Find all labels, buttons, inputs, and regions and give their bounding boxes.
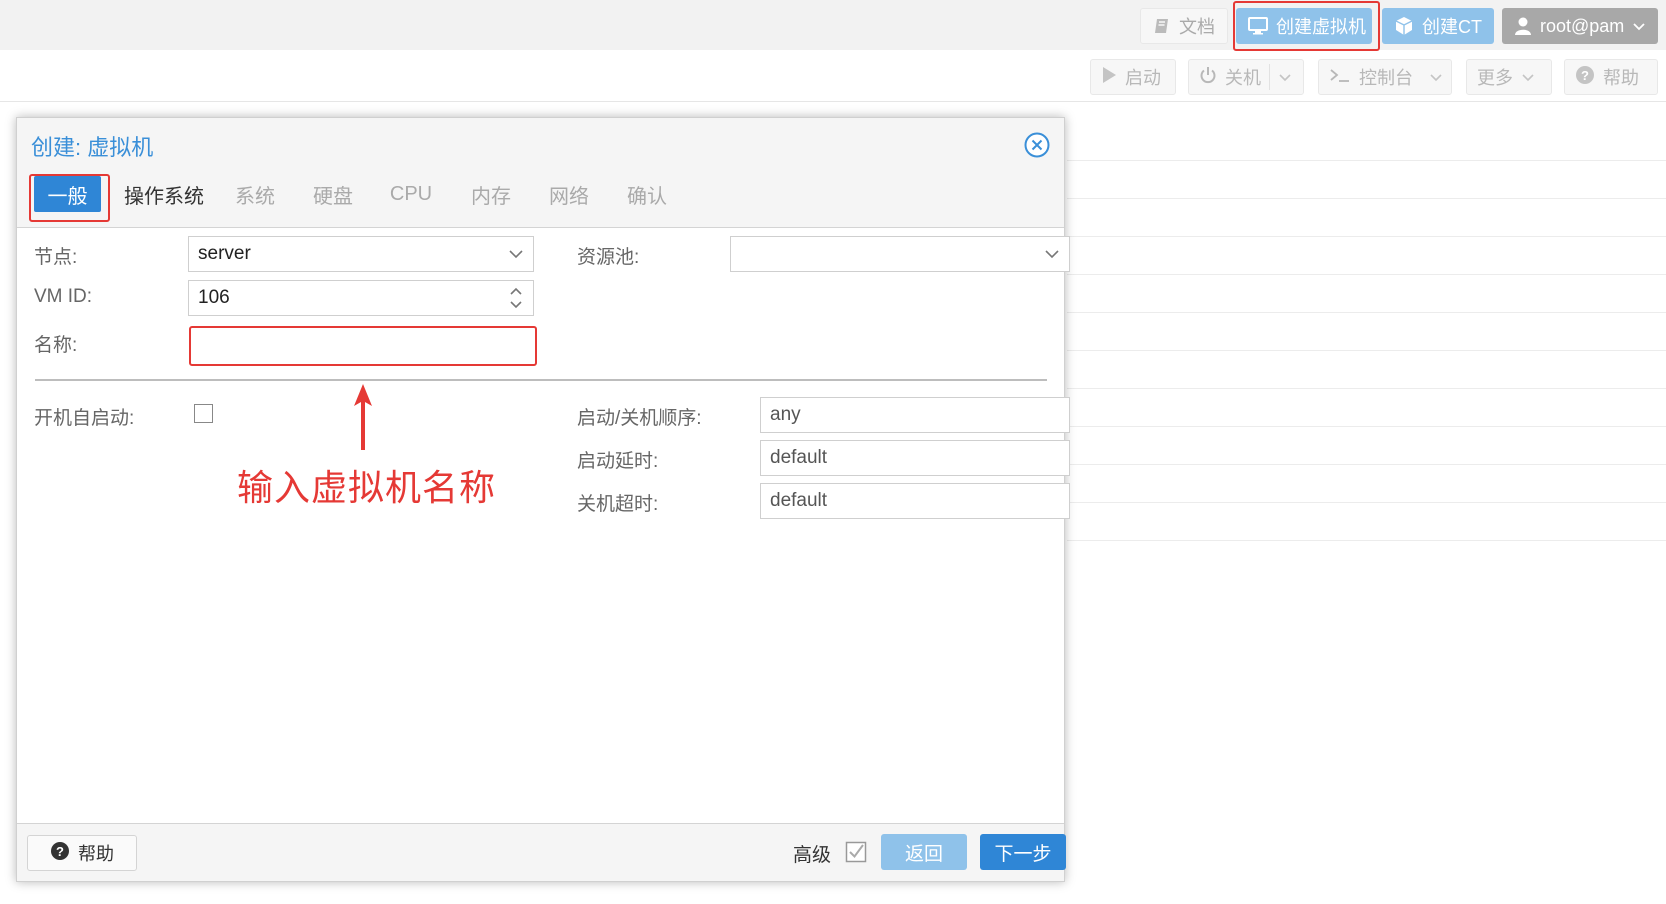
docs-label: 文档 xyxy=(1179,17,1215,37)
dialog-footer: ? 帮助 高级 返回 下一步 xyxy=(17,823,1066,881)
node-toolbar: 启动 关机 控制台 更多 ? 帮助 xyxy=(0,52,1666,102)
shutdown-timeout-label: 关机超时: xyxy=(577,494,659,515)
node-label: 节点: xyxy=(34,247,78,268)
docs-button[interactable]: 文档 xyxy=(1140,8,1228,44)
onboot-label: 开机自启动: xyxy=(34,408,135,429)
shutdown-timeout-value: default xyxy=(770,490,828,511)
console-label: 控制台 xyxy=(1359,68,1413,88)
vmid-label: VM ID: xyxy=(34,286,93,307)
question-circle-icon: ? xyxy=(1575,65,1595,90)
shutdown-timeout-input[interactable]: default xyxy=(760,483,1070,519)
vmid-spinner[interactable]: 106 xyxy=(188,280,534,316)
tab-confirm[interactable]: 确认 xyxy=(621,176,673,212)
user-icon xyxy=(1514,16,1532,36)
more-button[interactable]: 更多 xyxy=(1466,59,1552,95)
create-ct-label: 创建CT xyxy=(1422,17,1482,37)
chevron-down-icon xyxy=(1632,16,1646,37)
startup-delay-input[interactable]: default xyxy=(760,440,1070,476)
next-button[interactable]: 下一步 xyxy=(980,834,1066,870)
dialog-help-label: 帮助 xyxy=(78,844,114,864)
form-divider xyxy=(35,379,1047,381)
boot-order-input[interactable]: any xyxy=(760,397,1070,433)
tab-network[interactable]: 网络 xyxy=(543,176,595,212)
cube-icon xyxy=(1394,16,1414,36)
chevron-down-icon[interactable] xyxy=(1429,67,1443,88)
book-icon xyxy=(1153,16,1171,36)
question-circle-icon: ? xyxy=(50,841,70,866)
create-vm-dialog: 创建: 虚拟机 一般 操作系统 系统 硬盘 CPU 内存 网络 确认 节点: s… xyxy=(16,117,1070,882)
shutdown-label: 关机 xyxy=(1225,68,1261,88)
startup-delay-label: 启动延时: xyxy=(577,451,659,472)
dialog-title: 创建: 虚拟机 xyxy=(31,135,154,160)
terminal-icon xyxy=(1329,67,1351,88)
create-ct-button[interactable]: 创建CT xyxy=(1382,8,1494,44)
help-button[interactable]: ? 帮助 xyxy=(1564,59,1658,95)
back-button[interactable]: 返回 xyxy=(881,834,967,870)
start-label: 启动 xyxy=(1125,68,1161,88)
pool-label: 资源池: xyxy=(577,247,640,268)
node-value: server xyxy=(198,243,251,264)
console-button[interactable]: 控制台 xyxy=(1318,59,1452,95)
pool-select[interactable] xyxy=(730,236,1070,272)
play-icon xyxy=(1101,66,1117,89)
user-label: root@pam xyxy=(1540,15,1625,36)
vmid-value: 106 xyxy=(198,287,230,308)
start-button[interactable]: 启动 xyxy=(1090,59,1176,95)
tab-cpu[interactable]: CPU xyxy=(385,176,437,212)
annotation-text: 输入虚拟机名称 xyxy=(237,467,497,508)
name-label: 名称: xyxy=(34,335,78,356)
name-input-highlight xyxy=(189,326,537,366)
user-menu-button[interactable]: root@pam xyxy=(1502,8,1658,44)
create-vm-highlight xyxy=(1233,1,1380,51)
chevron-down-icon[interactable] xyxy=(1278,67,1292,88)
chevron-down-icon[interactable] xyxy=(1043,245,1061,263)
boot-order-label: 启动/关机顺序: xyxy=(577,408,702,429)
node-select[interactable]: server xyxy=(188,236,534,272)
dialog-header: 创建: 虚拟机 一般 操作系统 系统 硬盘 CPU 内存 网络 确认 xyxy=(17,118,1064,228)
svg-text:?: ? xyxy=(1581,68,1589,83)
svg-text:?: ? xyxy=(56,844,64,859)
tab-system[interactable]: 系统 xyxy=(229,176,281,212)
power-icon xyxy=(1199,66,1217,89)
onboot-checkbox[interactable] xyxy=(194,404,213,423)
chevron-down-icon xyxy=(1521,67,1535,88)
more-label: 更多 xyxy=(1477,68,1513,88)
tab-memory[interactable]: 内存 xyxy=(465,176,517,212)
boot-order-value: any xyxy=(770,404,801,425)
startup-delay-value: default xyxy=(770,447,828,468)
help-label: 帮助 xyxy=(1603,68,1639,88)
advanced-label: 高级 xyxy=(793,845,832,866)
advanced-checkbox[interactable] xyxy=(845,841,867,863)
tab-disk[interactable]: 硬盘 xyxy=(307,176,359,212)
shutdown-button[interactable]: 关机 xyxy=(1188,59,1304,95)
tab-os[interactable]: 操作系统 xyxy=(121,176,207,212)
general-tab-highlight xyxy=(29,174,110,222)
close-icon[interactable] xyxy=(1024,132,1050,158)
dialog-help-button[interactable]: ? 帮助 xyxy=(27,835,137,871)
spinner-arrows-icon[interactable] xyxy=(507,285,525,311)
top-header-bar: 文档 创建虚拟机 创建CT root@pam xyxy=(0,0,1666,51)
up-arrow-icon xyxy=(353,384,373,450)
chevron-down-icon[interactable] xyxy=(507,245,525,263)
